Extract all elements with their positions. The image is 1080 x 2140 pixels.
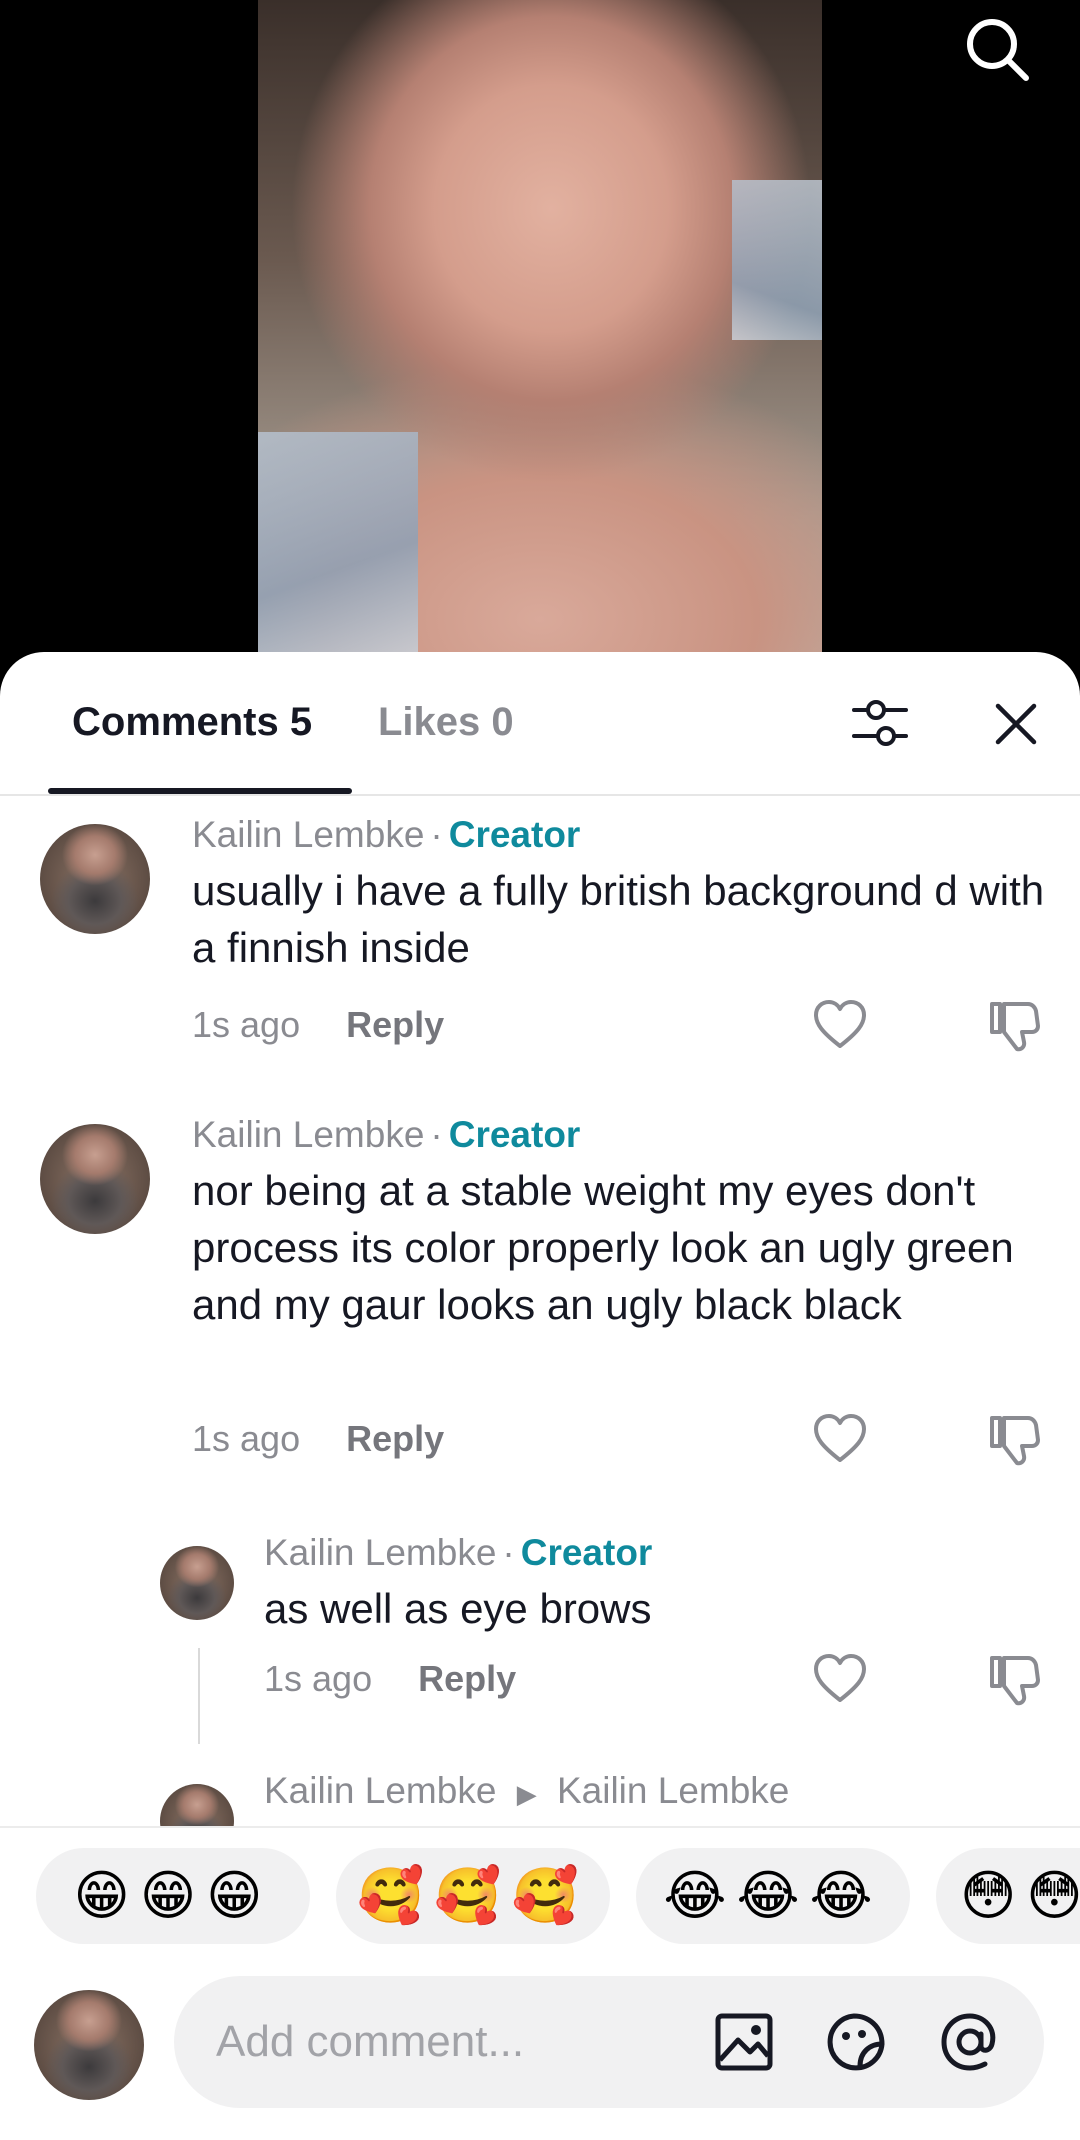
tab-comments[interactable]: Comments 5 <box>72 700 312 745</box>
emoji-quick-bar: 😁😁😁 🥰🥰🥰 😂😂😂 😳😳 <box>0 1826 1080 1956</box>
reply-button[interactable]: Reply <box>418 1658 516 1699</box>
search-icon[interactable] <box>962 14 1032 84</box>
user-avatar[interactable] <box>34 1990 144 2100</box>
comment-item: Kailin Lembke · Creator nor being at a sta… <box>0 1098 1080 1518</box>
comment-input-box[interactable] <box>174 1976 1044 2108</box>
comment-list[interactable]: Kailin Lembke · Creator usually i have a f… <box>0 798 1080 1826</box>
comment-header: Kailin Lembke ▶ Kailin Lembke <box>264 1770 789 1812</box>
avatar[interactable] <box>160 1784 234 1826</box>
emoji-flushed-button[interactable]: 😳😳 <box>936 1848 1080 1944</box>
comment-header: Kailin Lembke · Creator <box>192 814 581 855</box>
dislike-icon[interactable] <box>986 998 1042 1054</box>
reply-item: Kailin Lembke ▶ Kailin Lembke <box>0 1758 1080 1826</box>
heart-icon[interactable] <box>812 1652 868 1708</box>
creator-badge: Creator <box>448 1114 581 1155</box>
video-content <box>258 432 418 652</box>
comment-time: 1s ago <box>192 1418 301 1459</box>
comment-author[interactable]: Kailin Lembke <box>192 1114 424 1155</box>
comment-input[interactable] <box>216 2010 656 2074</box>
comments-sheet: Comments 5 Likes 0 Kailin Lembke · Creator <box>0 652 1080 2140</box>
reply-button[interactable]: Reply <box>346 1418 444 1459</box>
comment-author[interactable]: Kailin Lembke <box>264 1532 496 1573</box>
video-player[interactable] <box>0 0 1080 700</box>
avatar[interactable] <box>160 1546 234 1620</box>
comment-text: usually i have a fully british backgroun… <box>192 867 1045 971</box>
image-icon[interactable] <box>712 2010 776 2074</box>
comment-author[interactable]: Kailin Lembke <box>264 1770 496 1811</box>
heart-icon[interactable] <box>812 998 868 1054</box>
comment-tabs: Comments 5 Likes 0 <box>0 652 1080 796</box>
comment-time: 1s ago <box>192 1004 301 1045</box>
reply-arrow-icon: ▶ <box>516 1779 537 1809</box>
emoji-love-button[interactable]: 🥰🥰🥰 <box>336 1848 610 1944</box>
emoji-grin-button[interactable]: 😁😁😁 <box>36 1848 310 1944</box>
comment-text: nor being at a stable weight my eyes don… <box>192 1167 1014 1328</box>
mention-icon[interactable] <box>938 2010 1002 2074</box>
active-tab-indicator <box>48 788 352 794</box>
heart-icon[interactable] <box>812 1412 868 1468</box>
creator-badge: Creator <box>520 1532 653 1573</box>
comment-composer <box>0 1956 1080 2140</box>
comment-text: as well as eye brows <box>264 1585 652 1632</box>
dislike-icon[interactable] <box>986 1412 1042 1468</box>
comment-item: Kailin Lembke · Creator usually i have a f… <box>0 798 1080 1098</box>
comment-meta: 1s ago Reply <box>264 1658 516 1700</box>
video-content-detail <box>732 180 822 340</box>
creator-badge: Creator <box>448 814 581 855</box>
emoji-laugh-button[interactable]: 😂😂😂 <box>636 1848 910 1944</box>
video-frame <box>258 0 822 652</box>
dislike-icon[interactable] <box>986 1652 1042 1708</box>
sticker-icon[interactable] <box>824 2010 888 2074</box>
thread-line <box>198 1648 200 1744</box>
close-icon[interactable] <box>984 692 1048 756</box>
comment-header: Kailin Lembke · Creator <box>264 1532 653 1573</box>
comment-author[interactable]: Kailin Lembke <box>192 814 424 855</box>
avatar[interactable] <box>40 824 150 934</box>
filter-icon[interactable] <box>848 692 912 756</box>
comment-time: 1s ago <box>264 1658 373 1699</box>
reply-item: Kailin Lembke · Creator as well as eye bro… <box>0 1518 1080 1758</box>
reply-to-author[interactable]: Kailin Lembke <box>557 1770 789 1811</box>
comment-meta: 1s ago Reply <box>192 1418 444 1460</box>
tab-likes[interactable]: Likes 0 <box>378 700 514 745</box>
reply-button[interactable]: Reply <box>346 1004 444 1045</box>
avatar[interactable] <box>40 1124 150 1234</box>
comment-meta: 1s ago Reply <box>192 1004 444 1046</box>
comment-header: Kailin Lembke · Creator <box>192 1114 581 1155</box>
